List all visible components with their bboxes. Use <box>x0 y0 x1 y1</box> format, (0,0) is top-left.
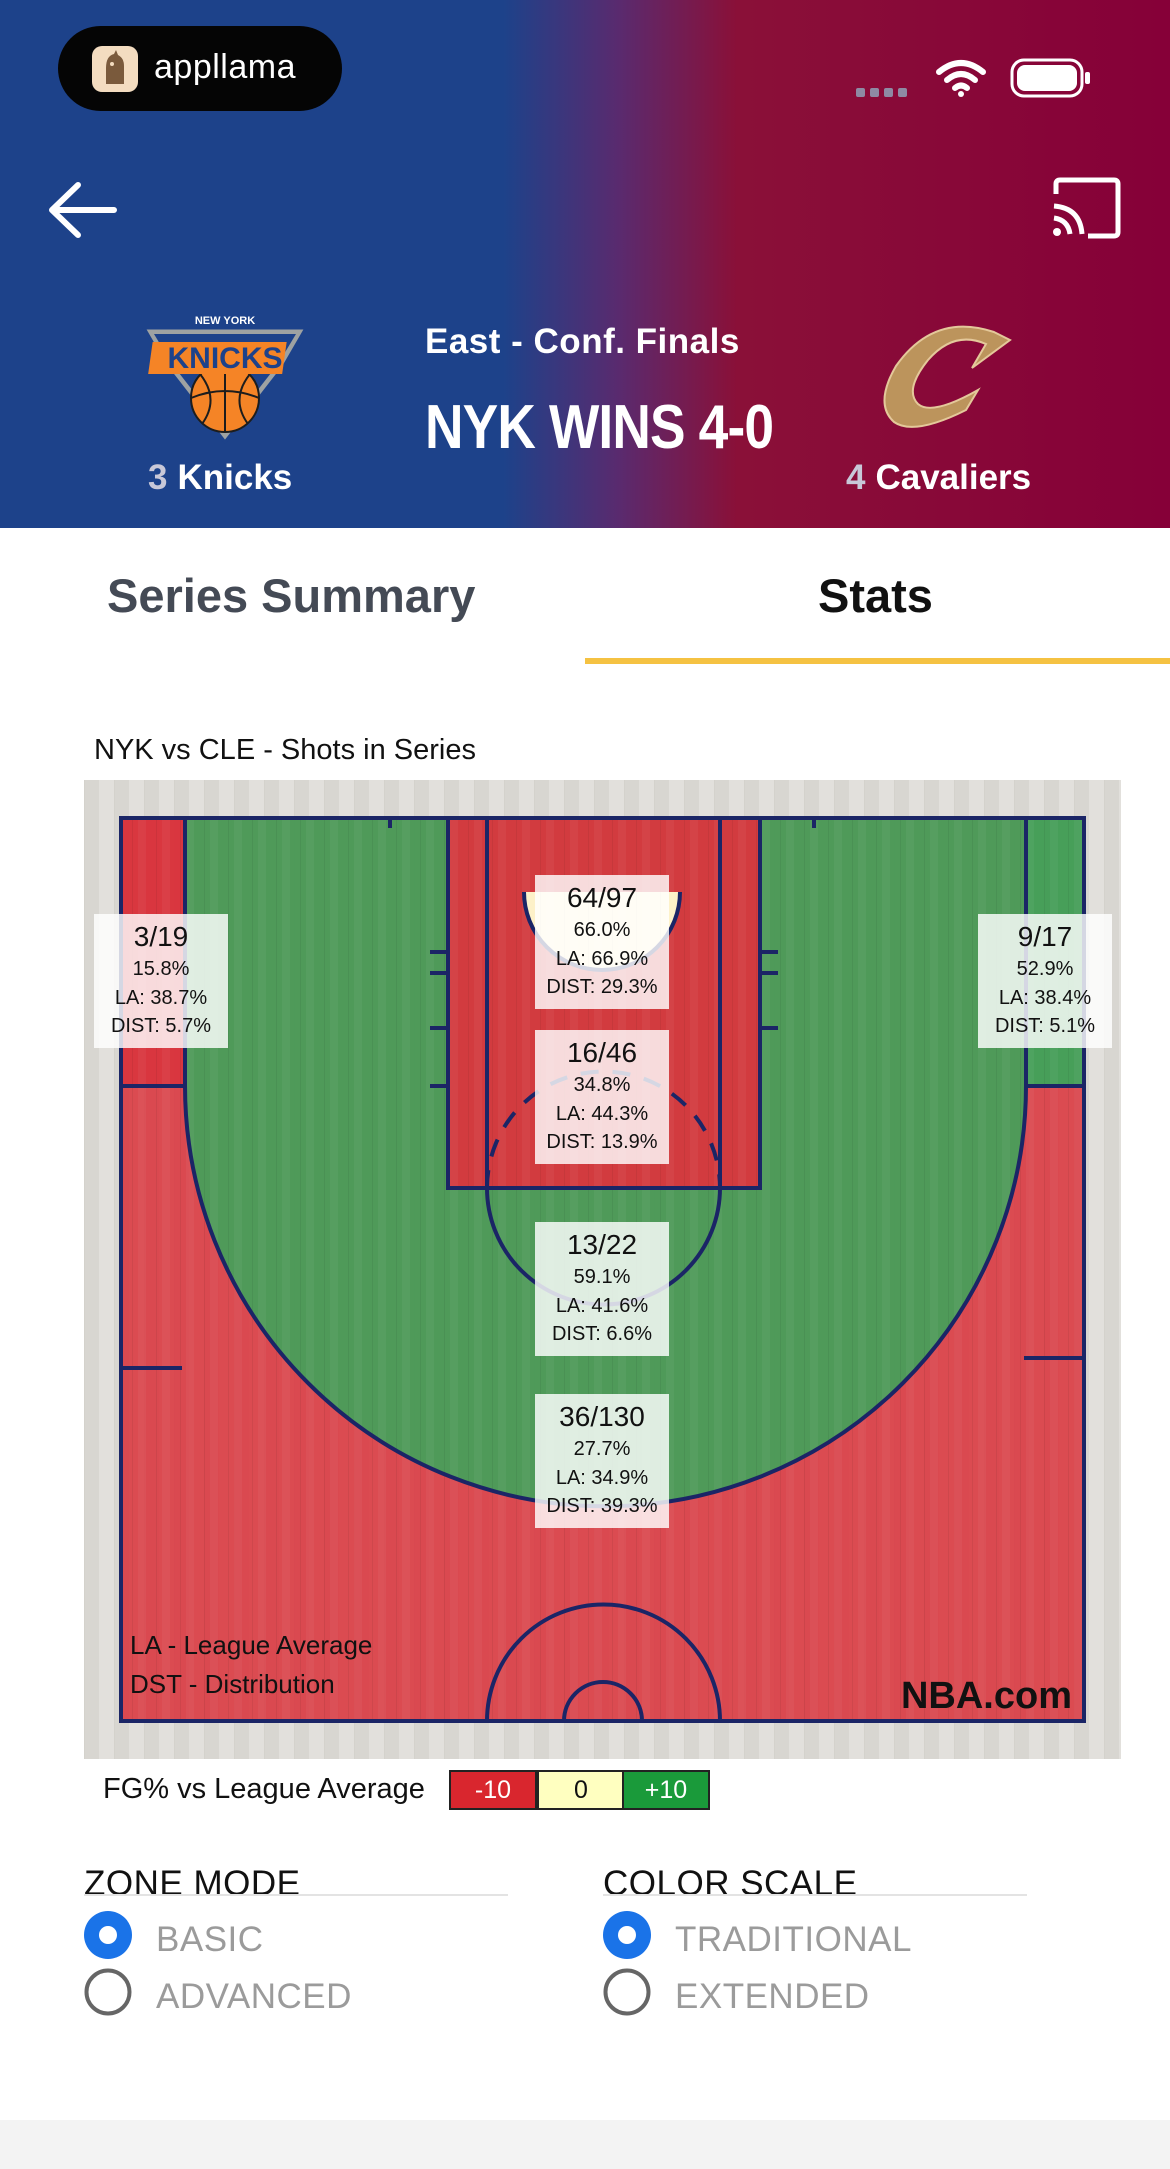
zone-label-mid-range: 13/22 59.1% LA: 41.6% DIST: 6.6% <box>535 1222 669 1356</box>
right-team-label: 4 Cavaliers <box>846 458 1031 498</box>
zone-made-att: 36/130 <box>559 1401 645 1432</box>
zone-distribution: DIST: 6.6% <box>552 1323 652 1345</box>
radio-advanced-label[interactable]: ADVANCED <box>156 1977 352 2017</box>
zone-distribution: DIST: 29.3% <box>546 976 657 998</box>
knicks-logo-icon: KNICKS NEW YORK <box>141 315 309 444</box>
zone-made-att: 13/22 <box>567 1229 637 1260</box>
app-badge-label: appllama <box>154 48 296 86</box>
zone-label-left-corner-three: 3/19 15.8% LA: 38.7% DIST: 5.7% <box>94 914 228 1048</box>
chart-note-la: LA - League Average <box>130 1630 372 1660</box>
zone-label-restricted-area: 64/97 66.0% LA: 66.9% DIST: 29.3% <box>535 875 669 1009</box>
zone-league-avg: LA: 38.4% <box>999 987 1092 1009</box>
llama-logo-icon <box>92 46 138 92</box>
zone-league-avg: LA: 41.6% <box>556 1295 649 1317</box>
chart-note-dst: DST - Distribution <box>130 1669 335 1699</box>
left-team-seed: 3 <box>148 458 168 497</box>
zone-fg-pct: 34.8% <box>574 1074 631 1096</box>
zone-label-above-break-three: 36/130 27.7% LA: 34.9% DIST: 39.3% <box>535 1394 669 1528</box>
bottom-band <box>0 2120 1170 2169</box>
zone-league-avg: LA: 44.3% <box>556 1103 649 1125</box>
app-badge: appllama <box>58 26 342 111</box>
zone-fg-pct: 15.8% <box>133 958 190 980</box>
battery-icon <box>1010 58 1090 98</box>
knicks-logo-subtext: NEW YORK <box>195 315 255 327</box>
zone-league-avg: LA: 34.9% <box>556 1467 649 1489</box>
tab-stats[interactable]: Stats <box>818 568 933 623</box>
zone-made-att: 64/97 <box>567 882 637 913</box>
right-team-seed: 4 <box>846 458 866 497</box>
back-arrow-icon[interactable] <box>44 175 128 245</box>
radio-traditional-label[interactable]: TRADITIONAL <box>675 1920 912 1960</box>
zone-fg-pct: 59.1% <box>574 1266 631 1288</box>
radio-traditional[interactable] <box>603 1911 651 1959</box>
radio-basic[interactable] <box>84 1911 132 1959</box>
zone-made-att: 16/46 <box>567 1037 637 1068</box>
signal-icon <box>856 84 916 97</box>
zone-made-att: 3/19 <box>134 921 189 952</box>
shot-chart: 3/19 15.8% LA: 38.7% DIST: 5.7% 64/97 66… <box>84 780 1121 1759</box>
legend-minus-10: -10 <box>449 1770 537 1810</box>
game-header: appllama KNICKS NEW YORK 3 Knicks 4 Cava… <box>0 0 1170 528</box>
nba-brand: NBA.com <box>901 1675 1072 1717</box>
zone-league-avg: LA: 38.7% <box>115 987 208 1009</box>
tab-bar: Series Summary Stats <box>0 528 1170 664</box>
right-team-name: Cavaliers <box>875 458 1032 497</box>
wifi-icon <box>936 60 986 97</box>
zone-label-paint: 16/46 34.8% LA: 44.3% DIST: 13.9% <box>535 1030 669 1164</box>
zone-distribution: DIST: 5.1% <box>995 1015 1095 1037</box>
series-result: NYK WINS 4-0 <box>425 393 774 462</box>
radio-advanced[interactable] <box>84 1968 132 2016</box>
legend-zero: 0 <box>537 1770 625 1810</box>
zone-fg-pct: 66.0% <box>574 919 631 941</box>
legend-plus-10: +10 <box>622 1770 710 1810</box>
left-team-label: 3 Knicks <box>148 458 292 498</box>
radio-extended[interactable] <box>603 1968 651 2016</box>
zone-fg-pct: 27.7% <box>574 1438 631 1460</box>
cavaliers-logo-icon <box>883 325 1012 428</box>
color-scale-title: COLOR SCALE <box>603 1864 858 1903</box>
knicks-logo-text: KNICKS <box>167 342 282 375</box>
series-round: East - Conf. Finals <box>425 322 740 361</box>
active-tab-indicator <box>585 658 1170 664</box>
legend-label: FG% vs League Average <box>103 1773 425 1805</box>
tab-series-summary[interactable]: Series Summary <box>107 568 475 623</box>
zone-mode-title: ZONE MODE <box>84 1864 301 1903</box>
color-scale-divider <box>603 1894 1027 1896</box>
radio-extended-label[interactable]: EXTENDED <box>675 1977 870 2017</box>
zone-fg-pct: 52.9% <box>1017 958 1074 980</box>
cast-icon[interactable] <box>1048 176 1122 240</box>
zone-league-avg: LA: 66.9% <box>556 948 649 970</box>
court-svg: 3/19 15.8% LA: 38.7% DIST: 5.7% 64/97 66… <box>84 780 1121 1759</box>
radio-basic-label[interactable]: BASIC <box>156 1920 264 1960</box>
zone-distribution: DIST: 39.3% <box>546 1495 657 1517</box>
zone-distribution: DIST: 5.7% <box>111 1015 211 1037</box>
zone-made-att: 9/17 <box>1018 921 1073 952</box>
zone-mode-divider <box>84 1894 508 1896</box>
zone-label-right-corner-three: 9/17 52.9% LA: 38.4% DIST: 5.1% <box>978 914 1112 1048</box>
shot-chart-title: NYK vs CLE - Shots in Series <box>94 734 476 766</box>
left-team-name: Knicks <box>177 458 293 497</box>
zone-distribution: DIST: 13.9% <box>546 1131 657 1153</box>
